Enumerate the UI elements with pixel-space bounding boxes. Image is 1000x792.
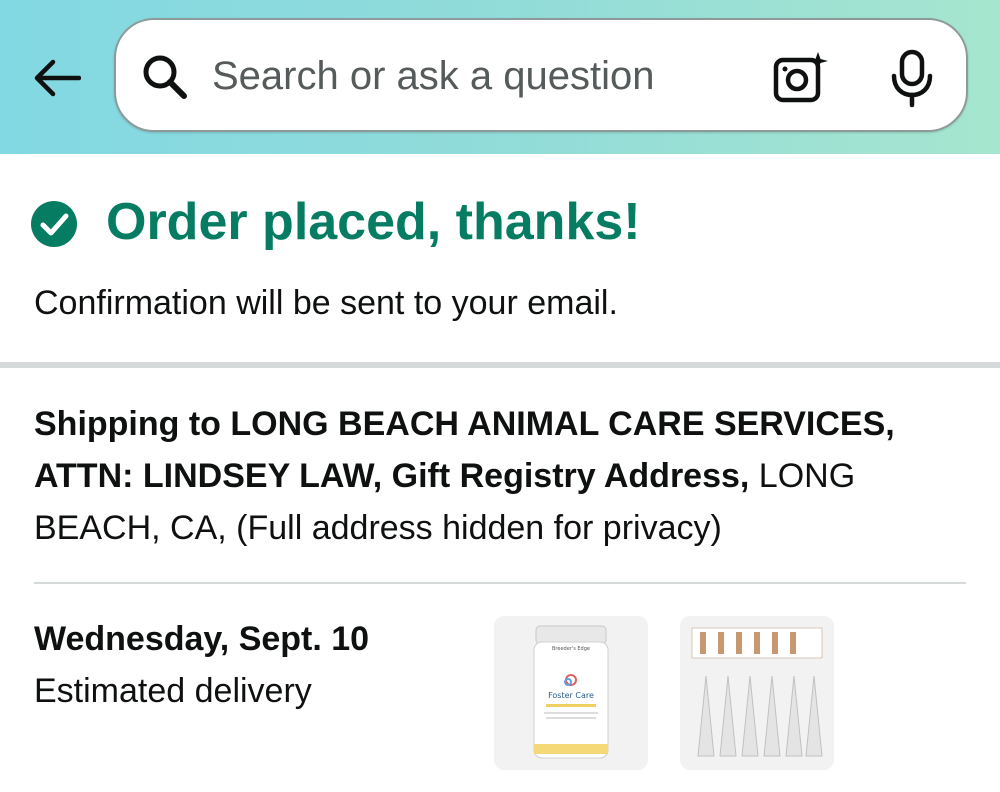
search-box[interactable]: [114, 18, 968, 132]
camera-search-icon[interactable]: [772, 50, 832, 106]
foster-care-jar-image: Breeder's Edge Foster Care: [533, 625, 609, 759]
section-divider: [0, 362, 1000, 368]
top-search-bar: [0, 0, 1000, 154]
product-brand: Breeder's Edge: [552, 646, 590, 652]
back-button[interactable]: [28, 50, 84, 106]
search-icon: [143, 55, 187, 99]
bottle-nipples-pack-image: [691, 627, 823, 757]
product-thumbnail-nipples[interactable]: [680, 616, 834, 770]
confirmation-subtitle: Confirmation will be sent to your email.: [34, 284, 618, 322]
confirmation-title: Order placed, thanks!: [106, 193, 641, 251]
microphone-icon[interactable]: [886, 48, 938, 108]
product-thumbnail-foster-care[interactable]: Breeder's Edge Foster Care: [494, 616, 648, 770]
product-name: Foster Care: [548, 691, 594, 700]
divider: [34, 582, 966, 584]
check-circle-icon: [31, 201, 77, 247]
back-arrow-icon: [34, 59, 81, 97]
delivery-label: Estimated delivery: [34, 672, 312, 710]
shipping-address: Shipping to LONG BEACH ANIMAL CARE SERVI…: [34, 398, 974, 554]
order-confirmation: Order placed, thanks! Confirmation will …: [0, 154, 1000, 362]
delivery-date: Wednesday, Sept. 10: [34, 620, 370, 658]
search-input[interactable]: [212, 48, 772, 104]
